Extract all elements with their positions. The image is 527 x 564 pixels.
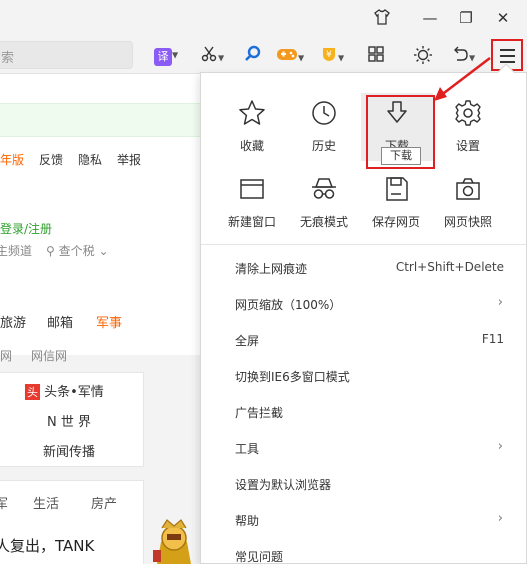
- menu-item-ad-block[interactable]: 广告拦截: [201, 394, 527, 430]
- chevron-down-icon: ▼: [298, 53, 305, 63]
- download-highlight-box: [366, 95, 435, 169]
- menu-item-faq[interactable]: 常见问题: [201, 538, 527, 564]
- person-icon: ⚲: [46, 244, 59, 258]
- translate-icon: 译: [154, 48, 172, 66]
- feedback-link[interactable]: 反馈: [39, 151, 63, 168]
- report-link[interactable]: 举报: [117, 151, 141, 168]
- shortcut-label: Ctrl+Shift+Delete: [395, 260, 504, 274]
- screenshot-button[interactable]: ▼: [200, 45, 224, 65]
- incognito-icon: [312, 178, 336, 199]
- news-item[interactable]: N 世 界: [47, 411, 91, 430]
- nav-travel[interactable]: 旅游: [0, 312, 26, 331]
- menu-tile-snapshot[interactable]: 网页快照: [436, 169, 500, 237]
- menu-tile-label: 新建窗口: [227, 215, 276, 229]
- tax-link[interactable]: ⚲ 查个税 ⌄: [46, 242, 109, 259]
- camera-icon: [456, 178, 480, 200]
- shirt-icon: [374, 9, 390, 25]
- main-menu-dropdown: 收藏 历史 下载 设置 新建窗口 无痕模式 保存网页 网页快照 清除上网痕迹 C…: [200, 63, 527, 564]
- news-panel: 头 头条•军情 N 世 界 新闻传播: [0, 372, 144, 467]
- headline-link[interactable]: 人复出，TANK: [0, 535, 94, 556]
- menu-tile-new-window[interactable]: 新建窗口: [220, 169, 284, 237]
- close-button[interactable]: ✕: [493, 8, 513, 28]
- star-icon: [239, 100, 265, 125]
- menu-divider: [201, 244, 527, 245]
- news-badge: 头: [25, 384, 40, 400]
- web-page: 年版 反馈 隐私 举报 登录/注册 主频道 ⚲ 查个税 ⌄ 旅游 邮箱 军事 网…: [0, 75, 200, 564]
- save-icon: [386, 177, 408, 201]
- wallet-button[interactable]: ¥ ▼: [320, 45, 344, 65]
- news-item[interactable]: 头 头条•军情: [25, 381, 104, 400]
- search-tool-button[interactable]: [244, 45, 262, 65]
- chevron-down-icon: ⌄: [94, 244, 109, 258]
- menu-tile-label: 收藏: [239, 139, 264, 153]
- chevron-right-icon: ›: [497, 439, 503, 454]
- menu-item-ie6-mode[interactable]: 切换到IE6多窗口模式: [201, 358, 527, 394]
- login-link[interactable]: 登录/注册: [0, 220, 52, 237]
- category-tab[interactable]: 生活: [33, 493, 59, 512]
- sub-nav-item[interactable]: 网信网: [31, 347, 67, 364]
- apps-button[interactable]: [367, 45, 385, 65]
- sub-nav-item[interactable]: 网: [0, 347, 12, 364]
- clock-icon: [312, 101, 336, 125]
- menu-item-default-browser[interactable]: 设置为默认浏览器: [201, 466, 527, 502]
- notice-strip: [0, 103, 200, 137]
- news-item[interactable]: 新闻传播: [43, 441, 95, 460]
- nav-mail[interactable]: 邮箱: [47, 312, 73, 331]
- menu-tile-incognito[interactable]: 无痕模式: [292, 169, 356, 237]
- menu-tile-label: 网页快照: [443, 215, 492, 229]
- game-character-image: [153, 519, 191, 564]
- game-button[interactable]: ▼: [276, 45, 304, 65]
- menu-item-fullscreen[interactable]: 全屏 F11: [201, 322, 527, 358]
- chevron-right-icon: ›: [497, 295, 503, 310]
- category-tab[interactable]: 房产: [91, 493, 117, 512]
- coupon-icon: ¥: [323, 48, 335, 61]
- magnifier-icon: [245, 45, 261, 61]
- menu-tile-label: 保存网页: [371, 215, 420, 229]
- nav-military[interactable]: 军事: [96, 312, 122, 331]
- menu-item-clear-traces[interactable]: 清除上网痕迹 Ctrl+Shift+Delete: [201, 250, 527, 286]
- grid-icon: [368, 46, 384, 62]
- version-link[interactable]: 年版: [0, 151, 24, 168]
- gamepad-icon: [277, 49, 297, 60]
- minimize-button[interactable]: —: [420, 8, 440, 28]
- annotation-arrow: [434, 57, 491, 101]
- menu-item-help[interactable]: 帮助 ›: [201, 502, 527, 538]
- privacy-link[interactable]: 隐私: [78, 151, 102, 168]
- restore-button[interactable]: ❐: [456, 8, 476, 28]
- search-input[interactable]: 索: [0, 41, 133, 69]
- category-tab[interactable]: 军: [0, 493, 8, 512]
- menu-tile-save-page[interactable]: 保存网页: [364, 169, 428, 237]
- category-panel: 军 生活 房产 人复出，TANK: [0, 480, 144, 564]
- menu-tile-favorites[interactable]: 收藏: [220, 93, 284, 161]
- new-window-icon: [240, 179, 264, 199]
- menu-tile-history[interactable]: 历史: [292, 93, 356, 161]
- translate-button[interactable]: 译 ▼: [154, 45, 179, 66]
- search-placeholder: 索: [1, 51, 15, 66]
- menu-item-tools[interactable]: 工具 ›: [201, 430, 527, 466]
- svg-text:¥: ¥: [326, 50, 332, 60]
- chevron-down-icon: ▼: [338, 53, 345, 63]
- menu-tile-label: 无痕模式: [299, 215, 348, 229]
- menu-tile-label: 历史: [311, 139, 336, 153]
- menu-tile-label: 设置: [455, 139, 480, 153]
- scissors-icon: [201, 46, 217, 62]
- shortcut-label: F11: [481, 332, 504, 346]
- chevron-right-icon: ›: [497, 511, 503, 526]
- title-bar: — ❐ ✕: [0, 0, 527, 36]
- menu-item-zoom[interactable]: 网页缩放（100%） ›: [201, 286, 527, 322]
- chevron-down-icon: ▼: [172, 50, 179, 60]
- chevron-down-icon: ▼: [218, 53, 225, 63]
- channel-link[interactable]: 主频道: [0, 242, 32, 259]
- skin-button[interactable]: [372, 8, 392, 28]
